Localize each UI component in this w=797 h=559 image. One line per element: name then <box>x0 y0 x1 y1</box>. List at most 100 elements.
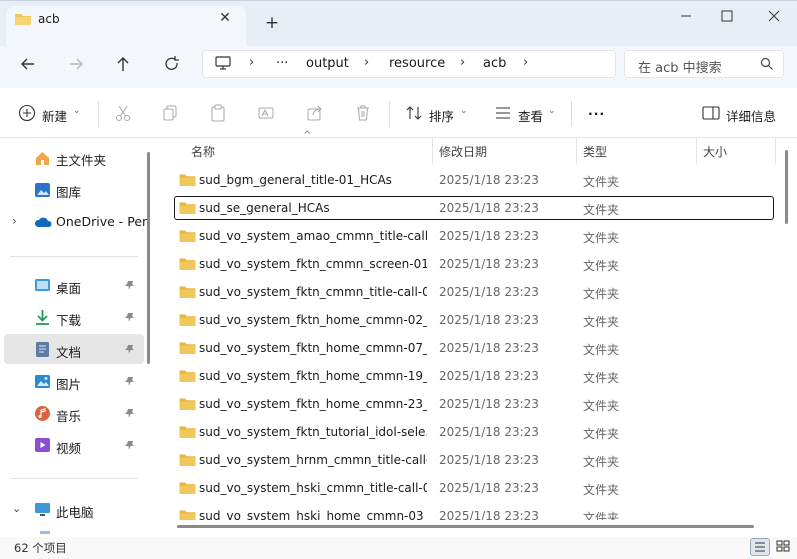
vertical-scrollbar[interactable] <box>785 150 788 224</box>
sidebar-item-label: 桌面 <box>56 281 82 296</box>
file-type: 文件夹 <box>583 343 620 357</box>
copy-icon[interactable] <box>161 104 179 125</box>
file-type: 文件夹 <box>583 399 620 413</box>
view-icon <box>494 104 512 125</box>
details-view-button[interactable] <box>750 538 770 556</box>
tab-close-button[interactable]: ✕ <box>215 8 235 28</box>
pin-icon[interactable] <box>124 440 135 454</box>
file-type: 文件夹 <box>583 511 620 520</box>
music-icon <box>34 405 51 425</box>
column-header-date[interactable]: 修改日期 <box>439 143 487 160</box>
paste-icon[interactable] <box>209 104 227 125</box>
rename-icon[interactable] <box>257 104 275 125</box>
minimize-button[interactable] <box>672 6 700 26</box>
sidebar-item-label: 主文件夹 <box>56 153 107 168</box>
gallery-icon <box>34 182 51 201</box>
tiles-view-button[interactable] <box>774 538 794 556</box>
file-name: sud_vo_system_fktn_cmmn_title-call-0... <box>199 285 427 299</box>
folder-icon <box>179 285 196 302</box>
file-date: 2025/1/18 23:23 <box>439 425 539 439</box>
file-name: sud_vo_system_fktn_tutorial_idol-sele... <box>199 425 427 439</box>
file-date: 2025/1/18 23:23 <box>439 509 539 520</box>
chevron-right-icon: › <box>364 55 370 70</box>
pin-icon[interactable] <box>124 344 135 358</box>
video-icon <box>34 437 51 456</box>
folder-icon <box>179 509 196 520</box>
cloud-icon <box>33 216 52 231</box>
new-tab-button[interactable]: + <box>262 13 282 33</box>
maximize-button[interactable] <box>713 6 741 26</box>
column-header-size[interactable]: 大小 <box>703 143 727 160</box>
breadcrumb-output[interactable]: output <box>306 56 349 71</box>
pin-icon[interactable] <box>124 280 135 294</box>
view-button[interactable]: 查看 <box>518 106 543 125</box>
chevron-down-icon: ⌄ <box>73 106 81 116</box>
breadcrumb-acb[interactable]: acb <box>483 56 506 71</box>
pin-icon[interactable] <box>124 408 135 422</box>
file-name: sud_vo_system_hrnm_cmmn_title-call-... <box>199 453 427 467</box>
file-date: 2025/1/18 23:23 <box>439 285 539 299</box>
folder-icon <box>179 201 196 218</box>
chevron-down-icon: ⌄ <box>460 106 468 116</box>
folder-icon <box>179 257 196 274</box>
folder-icon <box>179 425 196 442</box>
cut-icon[interactable] <box>114 104 132 125</box>
desktop-icon <box>34 278 51 295</box>
sort-button[interactable]: 排序 <box>429 106 454 125</box>
computer-icon <box>214 55 232 74</box>
address-overflow[interactable]: ··· <box>276 56 288 71</box>
share-icon[interactable] <box>306 104 324 125</box>
sidebar-item-label: 下载 <box>56 313 82 328</box>
new-button[interactable]: 新建 <box>42 106 67 125</box>
back-button[interactable] <box>14 53 42 75</box>
file-name: sud_vo_system_fktn_home_cmmn-19_... <box>199 369 427 383</box>
item-count: 62 个项目 <box>14 541 67 555</box>
folder-icon <box>179 481 196 498</box>
up-button[interactable] <box>109 53 137 75</box>
sidebar-divider <box>10 478 138 479</box>
chevron-right-icon: › <box>249 55 255 70</box>
pin-icon[interactable] <box>124 376 135 390</box>
chevron-right-icon: › <box>460 55 466 70</box>
folder-icon <box>179 229 196 246</box>
file-list: sud_bgm_general_title-01_HCAs 2025/1/18 2… <box>160 164 797 520</box>
refresh-button[interactable] <box>158 53 186 75</box>
column-divider[interactable] <box>576 138 577 164</box>
file-name: sud_bgm_general_title-01_HCAs <box>199 173 392 187</box>
breadcrumb-resource[interactable]: resource <box>389 56 445 71</box>
file-type: 文件夹 <box>583 231 620 245</box>
more-options-button[interactable]: ··· <box>588 106 605 121</box>
column-header-type[interactable]: 类型 <box>583 143 607 160</box>
sidebar-overflow-hint <box>40 531 50 534</box>
delete-icon[interactable] <box>354 104 372 125</box>
forward-button[interactable] <box>62 53 90 75</box>
column-divider[interactable] <box>775 138 776 164</box>
folder-icon <box>14 12 32 29</box>
close-window-button[interactable] <box>760 6 788 26</box>
folder-icon <box>179 397 196 414</box>
search-placeholder: 在 acb 中搜索 <box>638 61 722 76</box>
sidebar-item-label: 图库 <box>56 185 82 200</box>
file-type: 文件夹 <box>583 287 620 301</box>
file-name: sud_vo_system_fktn_cmmn_screen-01... <box>199 257 427 271</box>
file-date: 2025/1/18 23:23 <box>439 229 539 243</box>
sidebar-item-label: 音乐 <box>56 409 82 424</box>
column-divider[interactable] <box>432 138 433 164</box>
file-name: sud_vo_system_hski_cmmn_title-call-0... <box>199 481 427 495</box>
file-date: 2025/1/18 23:23 <box>439 341 539 355</box>
folder-icon <box>179 369 196 386</box>
column-divider[interactable] <box>696 138 697 164</box>
new-icon <box>18 104 36 125</box>
sidebar-scrollbar[interactable] <box>147 152 150 364</box>
horizontal-scrollbar[interactable] <box>177 525 754 528</box>
file-type: 文件夹 <box>583 175 620 189</box>
pin-icon[interactable] <box>124 312 135 326</box>
file-type: 文件夹 <box>583 483 620 497</box>
home-icon <box>34 150 51 169</box>
status-bar <box>0 537 797 559</box>
details-button[interactable]: 详细信息 <box>726 106 776 125</box>
column-header-name[interactable]: 名称 <box>191 143 215 160</box>
file-type: 文件夹 <box>583 455 620 469</box>
file-type: 文件夹 <box>583 315 620 329</box>
sort-icon <box>405 104 423 125</box>
